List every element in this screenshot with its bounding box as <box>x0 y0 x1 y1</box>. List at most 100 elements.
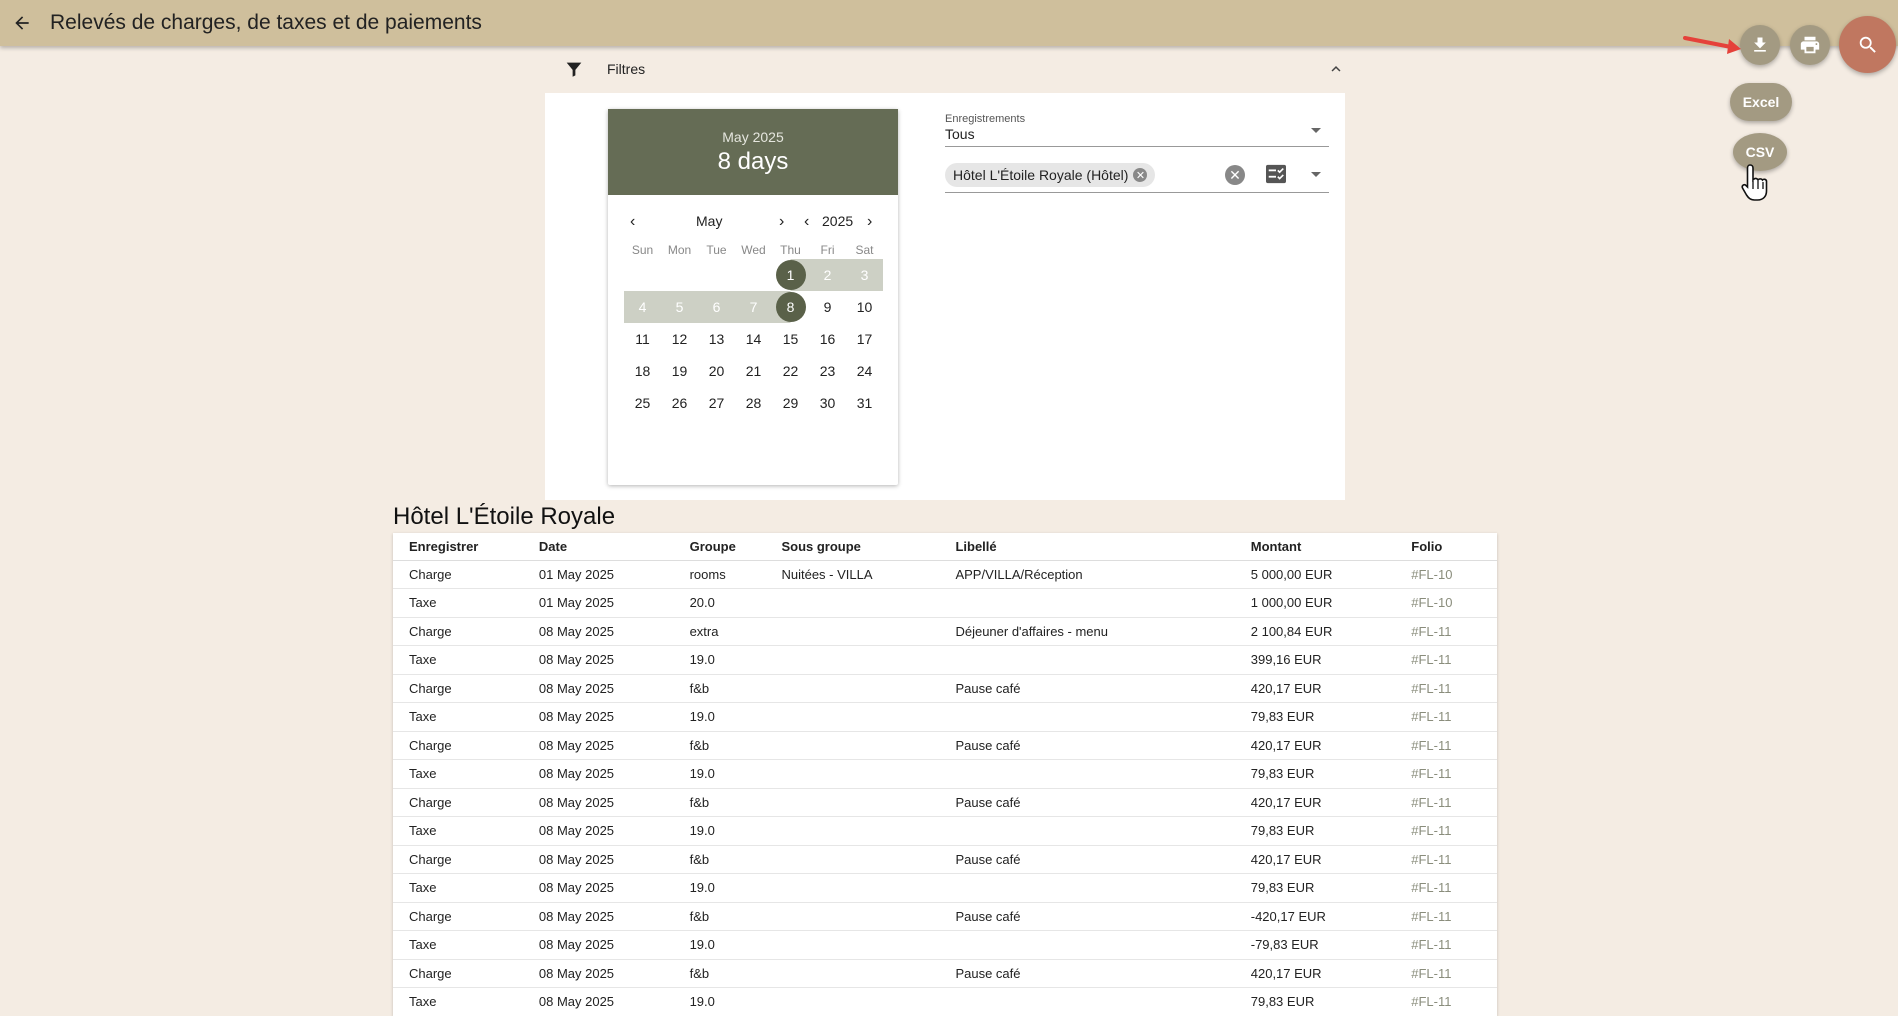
search-button[interactable] <box>1839 16 1896 73</box>
table-cell: Taxe <box>393 702 523 732</box>
calendar-day[interactable]: 19 <box>661 355 698 387</box>
hotel-select[interactable]: Hôtel L'Étoile Royale (Hôtel) ✕ ✕ <box>945 155 1329 193</box>
export-excel-button[interactable]: Excel <box>1730 83 1792 121</box>
folio-link[interactable]: #FL-11 <box>1395 702 1497 732</box>
table-row[interactable]: Taxe 08 May 2025 19.0 79,83 EUR #FL-11 <box>393 873 1497 903</box>
records-select[interactable]: Enregistrements Tous <box>945 113 1329 147</box>
calendar-day[interactable]: 4 <box>624 291 661 323</box>
column-header[interactable]: Enregistrer <box>393 533 523 561</box>
calendar-day[interactable]: 18 <box>624 355 661 387</box>
calendar-day[interactable]: 15 <box>772 323 809 355</box>
calendar-day[interactable]: 6 <box>698 291 735 323</box>
calendar-day[interactable]: 13 <box>698 323 735 355</box>
column-header[interactable]: Montant <box>1234 533 1396 561</box>
folio-link[interactable]: #FL-10 <box>1395 560 1497 589</box>
table-row[interactable]: Charge 08 May 2025 f&b Pause café 420,17 EUR… <box>393 731 1497 760</box>
table-cell: f&b <box>673 674 766 703</box>
next-year-button[interactable]: › <box>867 213 872 231</box>
calendar-day[interactable]: 22 <box>772 355 809 387</box>
table-cell: 1 000,00 EUR <box>1234 588 1396 618</box>
folio-link[interactable]: #FL-11 <box>1395 816 1497 846</box>
calendar-day[interactable]: 10 <box>846 291 883 323</box>
calendar-day[interactable]: 17 <box>846 323 883 355</box>
calendar-day[interactable]: 14 <box>735 323 772 355</box>
calendar-empty-cell <box>698 259 735 291</box>
filter-toggle[interactable]: Filtres <box>545 52 1345 86</box>
calendar-day[interactable]: 11 <box>624 323 661 355</box>
folio-link[interactable]: #FL-11 <box>1395 987 1497 1016</box>
calendar-day[interactable]: 9 <box>809 291 846 323</box>
table-row[interactable]: Charge 08 May 2025 f&b Pause café -420,17 EU… <box>393 902 1497 931</box>
calendar-day[interactable]: 1 <box>772 259 809 291</box>
table-row[interactable]: Charge 08 May 2025 extra Déjeuner d'affaire… <box>393 617 1497 646</box>
folio-link[interactable]: #FL-11 <box>1395 759 1497 789</box>
calendar-day[interactable]: 12 <box>661 323 698 355</box>
table-row[interactable]: Taxe 08 May 2025 19.0 79,83 EUR #FL-11 <box>393 759 1497 789</box>
records-dropdown-icon[interactable] <box>1311 128 1321 133</box>
calendar-day[interactable]: 20 <box>698 355 735 387</box>
table-cell: Charge <box>393 674 523 703</box>
table-row[interactable]: Taxe 08 May 2025 19.0 -79,83 EUR #FL-11 <box>393 930 1497 960</box>
calendar-day[interactable]: 16 <box>809 323 846 355</box>
calendar-day[interactable]: 27 <box>698 387 735 419</box>
folio-link[interactable]: #FL-11 <box>1395 902 1497 931</box>
calendar-day[interactable]: 3 <box>846 259 883 291</box>
chevron-up-icon[interactable] <box>1327 60 1345 78</box>
column-header[interactable]: Date <box>522 533 674 561</box>
calendar-day[interactable]: 30 <box>809 387 846 419</box>
clear-selection-icon[interactable]: ✕ <box>1225 165 1245 185</box>
back-button[interactable] <box>4 5 40 41</box>
calendar-day[interactable]: 5 <box>661 291 698 323</box>
calendar-day[interactable]: 21 <box>735 355 772 387</box>
table-row[interactable]: Taxe 08 May 2025 19.0 399,16 EUR #FL-11 <box>393 645 1497 675</box>
calendar-day[interactable]: 7 <box>735 291 772 323</box>
table-row[interactable]: Charge 08 May 2025 f&b Pause café 420,17 EUR… <box>393 674 1497 703</box>
table-row[interactable]: Charge 08 May 2025 f&b Pause café 420,17 EUR… <box>393 959 1497 988</box>
prev-year-button[interactable]: ‹ <box>804 213 809 231</box>
folio-link[interactable]: #FL-11 <box>1395 617 1497 646</box>
table-row[interactable]: Taxe 08 May 2025 19.0 79,83 EUR #FL-11 <box>393 816 1497 846</box>
calendar-month-label[interactable]: May <box>696 213 722 229</box>
column-header[interactable]: Groupe <box>673 533 766 561</box>
weekday-label: Fri <box>820 243 835 257</box>
folio-link[interactable]: #FL-10 <box>1395 588 1497 618</box>
column-header[interactable]: Folio <box>1395 533 1497 561</box>
calendar-day[interactable]: 26 <box>661 387 698 419</box>
column-header[interactable]: Libellé <box>939 533 1235 561</box>
table-row[interactable]: Charge 08 May 2025 f&b Pause café 420,17 EUR… <box>393 788 1497 817</box>
calendar-day[interactable]: 31 <box>846 387 883 419</box>
calendar-day[interactable]: 29 <box>772 387 809 419</box>
calendar-year-label[interactable]: 2025 <box>822 213 853 229</box>
weekday-label: Wed <box>741 243 766 257</box>
folio-link[interactable]: #FL-11 <box>1395 674 1497 703</box>
calendar-day[interactable]: 23 <box>809 355 846 387</box>
table-cell <box>939 816 1235 846</box>
calendar-day[interactable]: 28 <box>735 387 772 419</box>
folio-link[interactable]: #FL-11 <box>1395 845 1497 874</box>
download-button[interactable] <box>1740 25 1780 65</box>
calendar-day[interactable]: 2 <box>809 259 846 291</box>
calendar-day[interactable]: 25 <box>624 387 661 419</box>
table-row[interactable]: Taxe 08 May 2025 19.0 79,83 EUR #FL-11 <box>393 987 1497 1016</box>
calendar-header: May 2025 8 days <box>608 109 898 195</box>
table-row[interactable]: Charge 01 May 2025 rooms Nuitées - VILLA APP… <box>393 560 1497 589</box>
chip-remove-icon[interactable]: ✕ <box>1133 168 1148 182</box>
calendar-day[interactable]: 8 <box>772 291 809 323</box>
hotel-dropdown-icon[interactable] <box>1311 172 1321 177</box>
print-button[interactable] <box>1790 25 1830 65</box>
table-row[interactable]: Charge 08 May 2025 f&b Pause café 420,17 EUR… <box>393 845 1497 874</box>
calendar-day[interactable]: 24 <box>846 355 883 387</box>
folio-link[interactable]: #FL-11 <box>1395 959 1497 988</box>
table-row[interactable]: Taxe 01 May 2025 20.0 1 000,00 EUR #FL-10 <box>393 588 1497 618</box>
table-row[interactable]: Taxe 08 May 2025 19.0 79,83 EUR #FL-11 <box>393 702 1497 732</box>
column-header[interactable]: Sous groupe <box>765 533 940 561</box>
table-cell: 399,16 EUR <box>1234 645 1396 675</box>
prev-month-button[interactable]: ‹ <box>630 213 635 231</box>
folio-link[interactable]: #FL-11 <box>1395 645 1497 675</box>
folio-link[interactable]: #FL-11 <box>1395 873 1497 903</box>
next-month-button[interactable]: › <box>779 213 784 231</box>
folio-link[interactable]: #FL-11 <box>1395 788 1497 817</box>
folio-link[interactable]: #FL-11 <box>1395 930 1497 960</box>
folio-link[interactable]: #FL-11 <box>1395 731 1497 760</box>
checklist-icon[interactable] <box>1265 164 1287 184</box>
